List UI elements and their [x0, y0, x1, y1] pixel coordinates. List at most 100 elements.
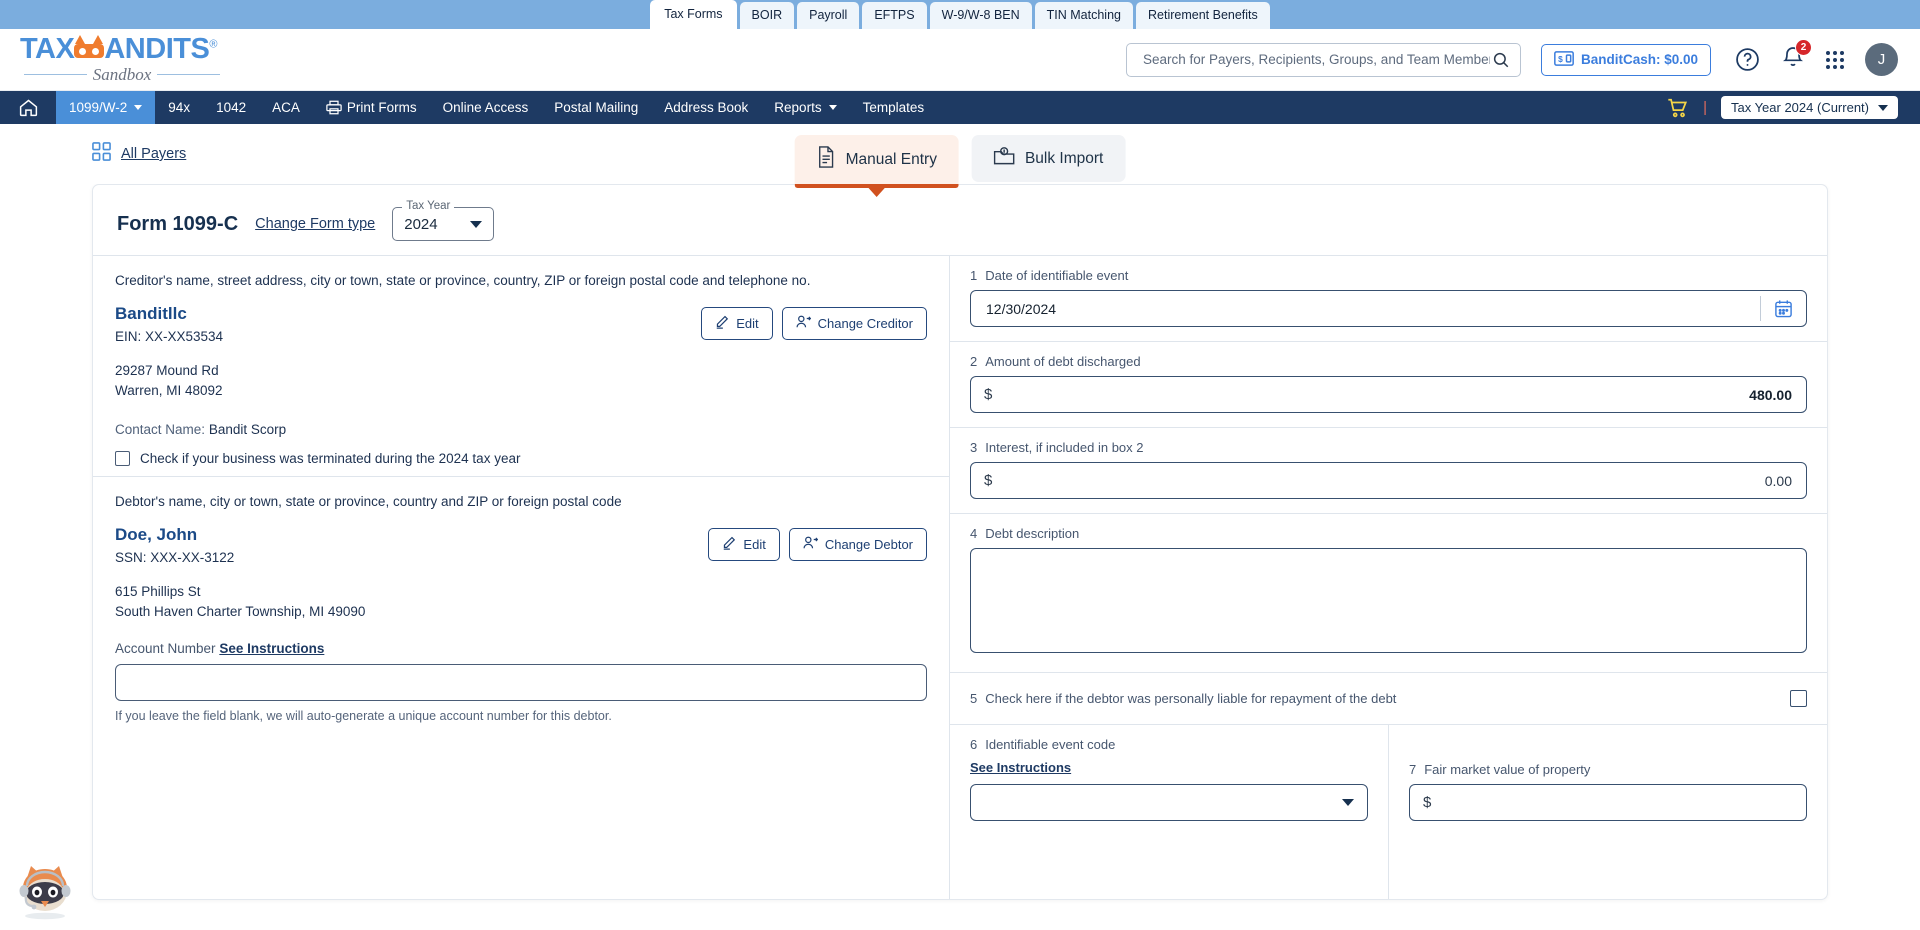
box-7-label-row: 7 Fair market value of property — [1409, 762, 1807, 777]
creditor-terminated-row: Check if your business was terminated du… — [115, 451, 701, 466]
edit-debtor-label: Edit — [743, 537, 765, 552]
bandit-cash-icon: $ — [1554, 51, 1574, 69]
logo-secondary-text: ANDITS — [104, 33, 209, 65]
box-6-number: 6 — [970, 737, 977, 752]
nav-item-online-access[interactable]: Online Access — [430, 91, 542, 124]
account-number-section: Account Number See Instructions If you l… — [93, 631, 949, 739]
amount-of-debt-discharged-input[interactable] — [996, 386, 1806, 404]
edit-creditor-button[interactable]: Edit — [701, 307, 772, 340]
box-3-input-wrapper[interactable]: $ — [970, 462, 1807, 499]
bandit-cash-button[interactable]: $ BanditCash: $0.00 — [1541, 44, 1711, 76]
business-terminated-checkbox[interactable] — [115, 451, 130, 466]
notifications-button[interactable]: 2 — [1781, 45, 1805, 74]
pencil-icon — [715, 315, 729, 332]
box-3-label-row: 3 Interest, if included in box 2 — [970, 440, 1807, 455]
nav-item-aca[interactable]: ACA — [259, 91, 313, 124]
box-6-label: Identifiable event code — [985, 737, 1115, 752]
help-icon[interactable] — [1735, 47, 1760, 72]
taxbandits-logo[interactable]: TAXANDITS® Sandbox — [20, 35, 220, 85]
nav-item-address-book[interactable]: Address Book — [651, 91, 761, 124]
nav-item-1042[interactable]: 1042 — [203, 91, 259, 124]
debtor-caption: Debtor's name, city or town, state or pr… — [115, 494, 927, 509]
product-tab-strip: Tax FormsBOIRPayrollEFTPSW-9/W-8 BENTIN … — [0, 0, 1920, 29]
chevron-down-icon — [1342, 799, 1354, 806]
identifiable-event-code-select[interactable] — [970, 784, 1368, 821]
fair-market-value-input[interactable] — [1435, 794, 1806, 812]
header-icon-group: 2 J — [1735, 43, 1898, 76]
calendar-icon[interactable] — [1761, 299, 1806, 318]
box-1-label: Date of identifiable event — [985, 268, 1128, 283]
personally-liable-checkbox[interactable] — [1790, 690, 1807, 707]
chevron-down-icon — [134, 105, 142, 110]
debtor-address: 615 Phillips St South Haven Charter Town… — [115, 582, 708, 621]
logo-sandbox-label: Sandbox — [93, 65, 152, 85]
change-creditor-button[interactable]: Change Creditor — [782, 307, 927, 340]
search-icon[interactable] — [1492, 51, 1510, 69]
all-payers-link[interactable]: All Payers — [92, 142, 186, 166]
document-icon — [817, 146, 836, 173]
sub-header: All Payers Manual Entry — [0, 124, 1920, 184]
product-tab-boir[interactable]: BOIR — [740, 2, 795, 29]
edit-debtor-button[interactable]: Edit — [708, 528, 779, 561]
box-5-personally-liable: 5 Check here if the debtor was personall… — [950, 673, 1827, 725]
box-2-input-wrapper[interactable]: $ — [970, 376, 1807, 413]
debt-description-textarea[interactable] — [970, 548, 1807, 653]
nav-right-group: | Tax Year 2024 (Current) — [1666, 91, 1920, 124]
logo-registered-mark: ® — [209, 38, 217, 50]
nav-item-reports[interactable]: Reports — [761, 91, 849, 124]
box-5-label-row: 5 Check here if the debtor was personall… — [970, 691, 1396, 706]
nav-item-94x[interactable]: 94x — [155, 91, 203, 124]
form-right-column: 1 Date of identifiable event — [950, 256, 1827, 900]
product-tab-retirement-benefits[interactable]: Retirement Benefits — [1136, 2, 1270, 29]
nav-item-print-forms[interactable]: Print Forms — [313, 91, 430, 124]
product-tab-tax-forms[interactable]: Tax Forms — [650, 0, 736, 29]
product-tabs: Tax FormsBOIRPayrollEFTPSW-9/W-8 BENTIN … — [650, 0, 1270, 29]
nav-item-templates[interactable]: Templates — [850, 91, 938, 124]
box-6-see-instructions-link[interactable]: See Instructions — [970, 760, 1071, 775]
business-terminated-label: Check if your business was terminated du… — [140, 451, 520, 466]
box-2-label-row: 2 Amount of debt discharged — [970, 354, 1807, 369]
product-tab-eftps[interactable]: EFTPS — [862, 2, 926, 29]
box-7-input-wrapper[interactable]: $ — [1409, 784, 1807, 821]
creditor-section: Creditor's name, street address, city or… — [93, 256, 949, 476]
change-form-type-link[interactable]: Change Form type — [255, 216, 375, 232]
debtor-row: Doe, John SSN: XXX-XX-3122 615 Phillips … — [115, 525, 927, 621]
nav-item-1099-w-2[interactable]: 1099/W-2 — [56, 91, 155, 124]
product-tab-w-9-w-8-ben[interactable]: W-9/W-8 BEN — [930, 2, 1032, 29]
product-tab-tin-matching[interactable]: TIN Matching — [1035, 2, 1133, 29]
home-icon[interactable] — [0, 91, 56, 124]
currency-symbol: $ — [984, 472, 992, 489]
form-tax-year-select[interactable]: Tax Year 2024 — [392, 207, 494, 241]
creditor-ein: EIN: XX-XX53534 — [115, 329, 701, 344]
cart-icon[interactable] — [1666, 97, 1689, 119]
creditor-caption: Creditor's name, street address, city or… — [115, 273, 927, 288]
date-of-identifiable-event-input[interactable] — [984, 300, 1760, 318]
interest-input[interactable] — [996, 472, 1806, 490]
box-7-label: Fair market value of property — [1424, 762, 1590, 777]
debtor-address-line2: South Haven Charter Township, MI 49090 — [115, 602, 708, 622]
tab-bulk-import[interactable]: Bulk Import — [972, 135, 1125, 182]
apps-grid-icon[interactable] — [1826, 51, 1844, 69]
tab-manual-entry[interactable]: Manual Entry — [795, 135, 959, 188]
search-input[interactable] — [1141, 51, 1492, 68]
global-search[interactable] — [1126, 43, 1521, 77]
nav-item-label: Reports — [774, 100, 821, 115]
tax-year-selector[interactable]: Tax Year 2024 (Current) — [1721, 96, 1898, 119]
entry-mode-tabs: Manual Entry Bulk Import — [795, 135, 1126, 188]
box-1-input-wrapper[interactable] — [970, 290, 1807, 327]
product-tab-payroll[interactable]: Payroll — [797, 2, 859, 29]
account-number-see-instructions-link[interactable]: See Instructions — [219, 641, 324, 656]
nav-item-postal-mailing[interactable]: Postal Mailing — [541, 91, 651, 124]
change-debtor-button[interactable]: Change Debtor — [789, 528, 927, 561]
box-2-amount-of-debt-discharged: 2 Amount of debt discharged $ — [950, 342, 1827, 428]
edit-creditor-label: Edit — [736, 316, 758, 331]
account-number-input[interactable] — [115, 664, 927, 701]
box-6-7-row: 6 Identifiable event code See Instructio… — [950, 725, 1827, 900]
avatar[interactable]: J — [1865, 43, 1898, 76]
app-header: TAXANDITS® Sandbox $ — [0, 29, 1920, 91]
debtor-actions: Edit Change Debtor — [708, 525, 927, 561]
page-title: Form 1099-C — [117, 213, 238, 236]
debtor-section: Debtor's name, city or town, state or pr… — [93, 476, 949, 631]
pencil-icon — [722, 536, 736, 553]
raccoon-chat-mascot[interactable] — [14, 860, 76, 922]
